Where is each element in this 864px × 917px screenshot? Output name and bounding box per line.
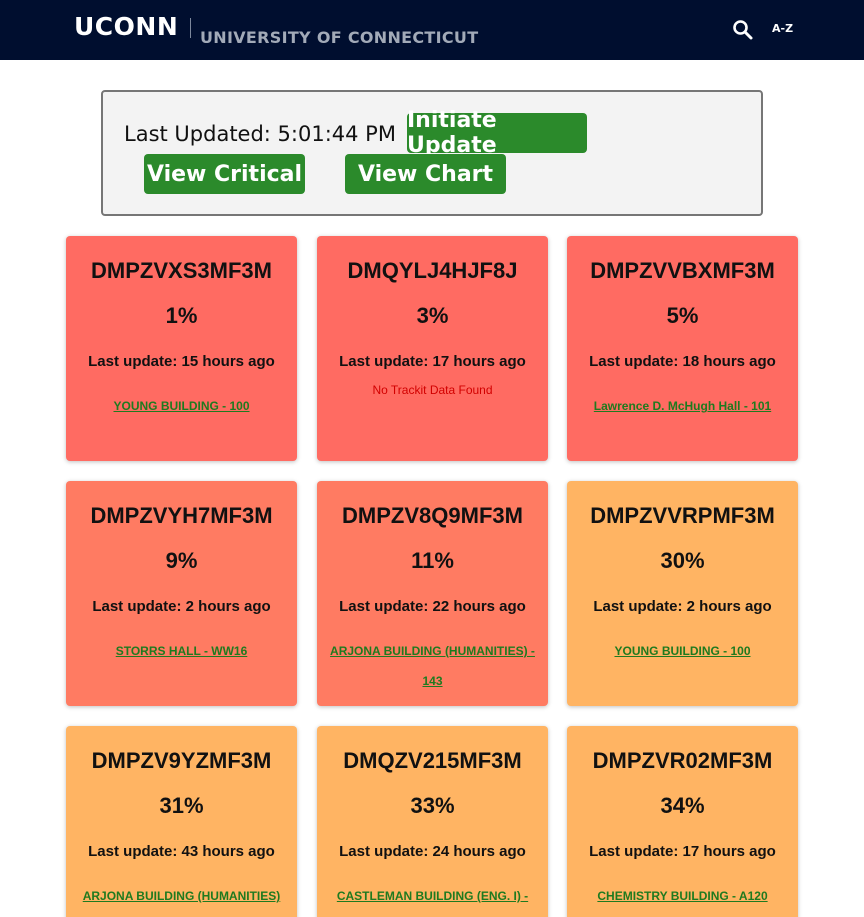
update-control-panel: Last Updated: 5:01:44 PM Initiate Update… (101, 90, 763, 216)
last-update-text: Last update: 18 hours ago (589, 353, 776, 370)
no-data-message: No Trackit Data Found (372, 383, 493, 397)
last-update-text: Last update: 43 hours ago (88, 843, 275, 860)
printer-id: DMPZVR02MF3M (592, 748, 773, 773)
printer-card: DMPZV9YZMF3M 31% Last update: 43 hours a… (66, 726, 297, 917)
toner-percent: 30% (660, 548, 705, 573)
printer-card: DMPZV8Q9MF3M 11% Last update: 22 hours a… (317, 481, 548, 706)
printer-id: DMPZVXS3MF3M (91, 258, 272, 283)
printer-card: DMPZVR02MF3M 34% Last update: 17 hours a… (567, 726, 798, 917)
last-update-text: Last update: 17 hours ago (339, 353, 526, 370)
printer-card: DMPZVVBXMF3M 5% Last update: 18 hours ag… (567, 236, 798, 461)
a-z-index-link[interactable]: A-Z (772, 22, 793, 35)
location-link[interactable]: Lawrence D. McHugh Hall - 101 (579, 391, 786, 421)
view-critical-button[interactable]: View Critical (144, 154, 305, 194)
location-link[interactable]: STORRS HALL - WW16 (78, 636, 285, 666)
printer-id: DMPZVVBXMF3M (590, 258, 775, 283)
printer-card: DMQZV215MF3M 33% Last update: 24 hours a… (317, 726, 548, 917)
location-link[interactable]: CHEMISTRY BUILDING - A120 (579, 881, 786, 911)
printer-id: DMPZV8Q9MF3M (342, 503, 523, 528)
printer-card: DMPZVVRPMF3M 30% Last update: 2 hours ag… (567, 481, 798, 706)
location-link[interactable]: CASTLEMAN BUILDING (ENG. I) - (329, 881, 536, 911)
printer-id: DMQYLJ4HJF8J (347, 258, 518, 283)
university-name[interactable]: UNIVERSITY OF CONNECTICUT (200, 28, 478, 47)
location-link[interactable]: YOUNG BUILDING - 100 (78, 391, 285, 421)
location-link[interactable]: YOUNG BUILDING - 100 (579, 636, 786, 666)
initiate-update-button[interactable]: Initiate Update (407, 108, 587, 158)
last-update-text: Last update: 17 hours ago (589, 843, 776, 860)
uconn-logo[interactable]: UCONN (74, 12, 178, 41)
printer-id: DMPZVYH7MF3M (90, 503, 273, 528)
location-link[interactable]: ARJONA BUILDING (HUMANITIES) (78, 881, 285, 911)
toner-percent: 1% (165, 303, 198, 328)
location-link[interactable]: ARJONA BUILDING (HUMANITIES) - 143 (329, 636, 536, 696)
printer-card: DMPZVYH7MF3M 9% Last update: 2 hours ago… (66, 481, 297, 706)
last-update-text: Last update: 22 hours ago (339, 598, 526, 615)
printer-id: DMPZVVRPMF3M (590, 503, 775, 528)
printer-id: DMQZV215MF3M (343, 748, 522, 773)
toner-percent: 31% (159, 793, 204, 818)
logo-divider (190, 18, 191, 38)
last-update-text: Last update: 15 hours ago (88, 353, 275, 370)
toner-percent: 5% (666, 303, 699, 328)
printer-card: DMPZVXS3MF3M 1% Last update: 15 hours ag… (66, 236, 297, 461)
last-update-text: Last update: 2 hours ago (593, 598, 772, 615)
toner-percent: 11% (411, 548, 454, 573)
toner-percent: 34% (660, 793, 705, 818)
search-icon[interactable] (732, 19, 754, 41)
printer-card: DMQYLJ4HJF8J 3% Last update: 17 hours ag… (317, 236, 548, 461)
view-chart-button[interactable]: View Chart (345, 154, 506, 194)
toner-percent: 3% (416, 303, 449, 328)
last-updated-text: Last Updated: 5:01:44 PM (124, 122, 396, 146)
site-header: UCONN UNIVERSITY OF CONNECTICUT A-Z (0, 0, 864, 60)
last-update-text: Last update: 24 hours ago (339, 843, 526, 860)
last-update-text: Last update: 2 hours ago (92, 598, 271, 615)
printer-id: DMPZV9YZMF3M (91, 748, 272, 773)
toner-percent: 9% (165, 548, 198, 573)
toner-percent: 33% (410, 793, 455, 818)
